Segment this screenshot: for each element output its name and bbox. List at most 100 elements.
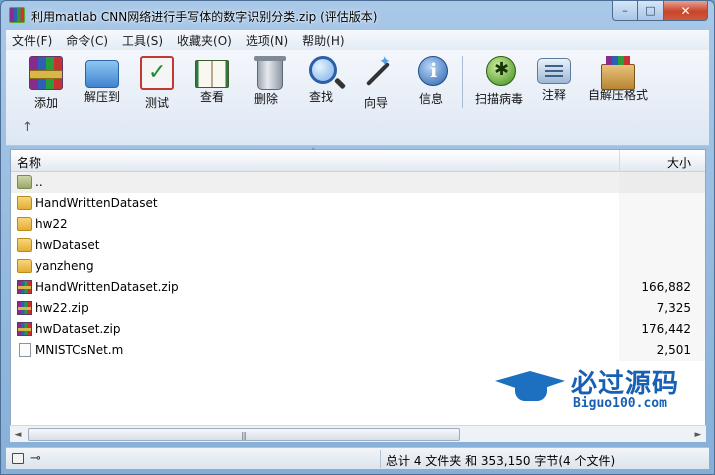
file-name: HandWrittenDataset.zip — [35, 280, 179, 294]
find-label: 查找 — [308, 90, 333, 104]
app-window: 利用matlab CNN网络进行手写体的数字识别分类.zip (评估版本) – … — [0, 0, 715, 475]
archive-file-icon — [17, 301, 32, 315]
checklist-test-icon — [140, 56, 174, 90]
view-label: 查看 — [199, 90, 224, 104]
table-row-parent[interactable]: .. — [11, 172, 705, 193]
graduation-cap-icon — [491, 367, 569, 407]
column-header-size[interactable]: 大小 — [667, 154, 691, 171]
watermark-title: 必过源码 — [571, 369, 680, 399]
sort-ascending-icon: ˄ — [311, 148, 316, 158]
watermark-url: Biguo100.com — [573, 396, 667, 411]
winrar-app-icon — [9, 7, 25, 23]
folder-icon — [17, 196, 32, 210]
test-button[interactable]: 测试 — [132, 56, 182, 112]
table-row[interactable]: yanzheng — [11, 256, 705, 277]
title-bar[interactable]: 利用matlab CNN网络进行手写体的数字识别分类.zip (评估版本) – … — [1, 1, 714, 29]
file-name: HandWrittenDataset — [35, 196, 158, 210]
table-row[interactable]: hwDataset.zip 176,442 — [11, 319, 705, 340]
size-cell — [619, 214, 705, 235]
file-name: hw22.zip — [35, 301, 89, 315]
folder-icon — [17, 217, 32, 231]
add-button[interactable]: 添加 — [21, 56, 71, 112]
sfx-box-icon — [601, 56, 635, 90]
archive-file-icon — [17, 280, 32, 294]
view-button[interactable]: 查看 — [187, 56, 237, 112]
archive-file-icon — [17, 322, 32, 336]
scroll-left-icon[interactable]: ◄ — [10, 427, 26, 442]
file-name: .. — [35, 175, 43, 189]
bug-scan-icon — [486, 56, 516, 86]
scrollbar-grip-icon: ||| — [241, 431, 247, 440]
window-controls: – □ ✕ — [612, 1, 708, 21]
column-header-name[interactable]: 名称 — [17, 154, 41, 171]
extract-to-button[interactable]: 解压到 — [77, 56, 127, 112]
list-header: 名称 ˄ 大小 — [11, 148, 705, 172]
up-folder-arrow-icon[interactable]: ↑ — [22, 120, 33, 135]
delete-button[interactable]: 删除 — [241, 56, 291, 112]
menu-help[interactable]: 帮助(H) — [302, 32, 344, 49]
status-divider — [380, 450, 381, 468]
scroll-right-icon[interactable]: ► — [690, 427, 706, 442]
menu-file[interactable]: 文件(F) — [12, 32, 52, 49]
magic-wand-icon — [359, 54, 393, 90]
menu-tools[interactable]: 工具(S) — [122, 32, 163, 49]
table-row[interactable]: hwDataset — [11, 235, 705, 256]
minimize-button[interactable]: – — [612, 1, 638, 21]
table-row[interactable]: hw22.zip 7,325 — [11, 298, 705, 319]
info-button[interactable]: 信息 — [406, 56, 456, 112]
status-bar: ⊸ 总计 4 文件夹 和 353,150 字节(4 个文件) — [6, 447, 709, 469]
virus-scan-label: 扫描病毒 — [474, 92, 523, 106]
table-row[interactable]: MNISTCsNet.m 2,501 — [11, 340, 705, 361]
file-name: yanzheng — [35, 259, 94, 273]
info-label: 信息 — [418, 92, 443, 106]
toolbar: 添加 解压到 测试 查看 删除 查找 向导 信息 — [6, 50, 709, 146]
close-button[interactable]: ✕ — [664, 1, 708, 21]
size-cell — [619, 193, 705, 214]
file-size: 176,442 — [641, 322, 691, 336]
test-label: 测试 — [144, 96, 169, 110]
file-size: 7,325 — [656, 301, 691, 315]
folder-icon — [17, 259, 32, 273]
parent-folder-icon — [17, 175, 32, 189]
sfx-button[interactable]: 自解压格式 — [587, 56, 649, 112]
file-rows: .. HandWrittenDataset hw22 hwDataset yan… — [11, 172, 705, 361]
add-label: 添加 — [33, 96, 58, 110]
comment-button[interactable]: 注释 — [529, 56, 579, 112]
menu-favorites[interactable]: 收藏夹(O) — [177, 32, 232, 49]
magnifier-icon — [309, 56, 337, 84]
delete-label: 删除 — [253, 92, 278, 106]
find-button[interactable]: 查找 — [296, 56, 346, 112]
size-cell — [619, 256, 705, 277]
scrollbar-thumb[interactable]: ||| — [28, 428, 460, 441]
file-name: hw22 — [35, 217, 68, 231]
text-file-icon — [19, 343, 31, 357]
folder-icon — [17, 238, 32, 252]
table-row[interactable]: HandWrittenDataset — [11, 193, 705, 214]
size-cell — [619, 172, 705, 193]
wizard-button[interactable]: 向导 — [351, 54, 401, 112]
book-view-icon — [195, 60, 229, 88]
virus-scan-button[interactable]: 扫描病毒 — [471, 56, 527, 112]
wizard-label: 向导 — [363, 96, 388, 110]
menu-bar: 文件(F) 命令(C) 工具(S) 收藏夹(O) 选项(N) 帮助(H) — [6, 30, 709, 50]
drive-icon[interactable] — [12, 453, 24, 464]
menu-commands[interactable]: 命令(C) — [66, 32, 108, 49]
comment-label: 注释 — [541, 88, 566, 102]
horizontal-scrollbar[interactable]: ◄ ||| ► — [10, 425, 706, 442]
watermark-logo: 必过源码 Biguo100.com — [491, 363, 701, 419]
info-icon — [418, 56, 448, 86]
maximize-button[interactable]: □ — [638, 1, 664, 21]
column-divider[interactable] — [619, 150, 620, 172]
file-name: hwDataset — [35, 238, 100, 252]
status-summary: 总计 4 文件夹 和 353,150 字节(4 个文件) — [386, 454, 616, 468]
table-row[interactable]: hw22 — [11, 214, 705, 235]
archive-add-icon — [29, 56, 63, 90]
extract-to-label: 解压到 — [83, 90, 120, 104]
folder-extract-icon — [85, 60, 119, 88]
toolbar-separator — [462, 56, 463, 108]
menu-options[interactable]: 选项(N) — [246, 32, 288, 49]
size-cell — [619, 235, 705, 256]
table-row[interactable]: HandWrittenDataset.zip 166,882 — [11, 277, 705, 298]
file-size: 2,501 — [656, 343, 691, 357]
key-icon[interactable]: ⊸ — [30, 451, 41, 466]
